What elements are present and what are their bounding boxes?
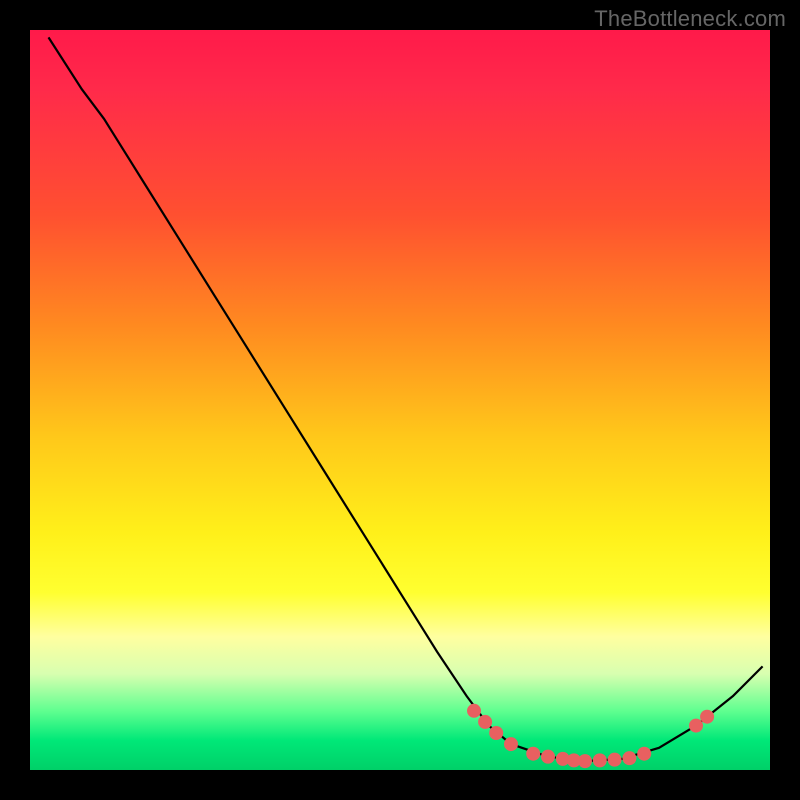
marker-point (504, 737, 518, 751)
marker-point (593, 753, 607, 767)
marker-point (622, 751, 636, 765)
marker-point (689, 719, 703, 733)
marker-point (467, 704, 481, 718)
marker-point (637, 747, 651, 761)
marker-point (478, 715, 492, 729)
marker-point (489, 726, 503, 740)
marker-point (578, 754, 592, 768)
watermark-text: TheBottleneck.com (594, 6, 786, 32)
marker-point (541, 750, 555, 764)
bottleneck-curve (49, 37, 763, 761)
marker-point (700, 710, 714, 724)
marker-point (608, 753, 622, 767)
chart-svg (30, 30, 770, 770)
chart-area (30, 30, 770, 770)
marker-point (526, 747, 540, 761)
